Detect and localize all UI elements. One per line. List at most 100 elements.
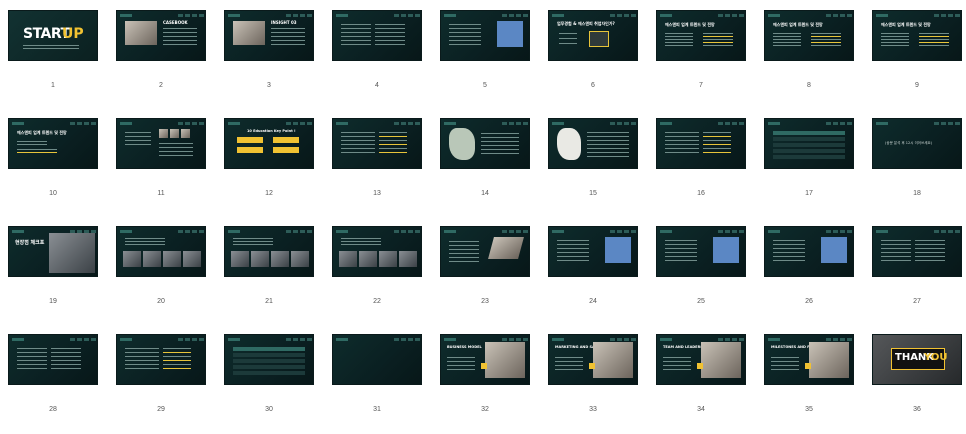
blue-placeholder xyxy=(821,237,847,263)
key-point-box xyxy=(273,147,299,153)
slide-thumbnail[interactable]: 에스앤피 업계 트렌드 및 전망 xyxy=(8,118,98,169)
slide-thumbnail[interactable] xyxy=(8,334,98,385)
slide-thumbnail[interactable]: 10 Education Key Point ! xyxy=(224,118,314,169)
decoration xyxy=(660,338,672,341)
slide-cell: THANK YOU 36 xyxy=(872,334,962,434)
slide-thumbnail[interactable]: MARKETING AND SALES STRATEGY xyxy=(548,334,638,385)
slide-thumbnail[interactable] xyxy=(764,226,854,277)
slide-thumbnail[interactable] xyxy=(872,226,962,277)
text-line xyxy=(703,45,733,46)
slide-thumbnail[interactable] xyxy=(440,10,530,61)
decoration xyxy=(660,14,672,17)
decoration xyxy=(228,230,240,233)
decoration xyxy=(768,230,780,233)
slide-thumbnail[interactable]: 현장점 체크포 xyxy=(8,226,98,277)
slide-cell: 22 xyxy=(332,226,422,326)
quote-text: (상문 분석 후 12시 이어쓰세요) xyxy=(885,141,933,145)
slide-thumbnail[interactable] xyxy=(224,226,314,277)
decoration xyxy=(394,338,420,341)
slide-cell: 13 xyxy=(332,118,422,218)
decoration xyxy=(336,338,348,341)
text-line xyxy=(663,361,691,362)
text-line xyxy=(665,148,699,149)
slide-thumbnail[interactable]: TEAM AND LEADERSHIP xyxy=(656,334,746,385)
text-line xyxy=(771,365,799,366)
table-row xyxy=(773,137,845,141)
slide-cell: 29 xyxy=(116,334,206,434)
text-line xyxy=(449,28,481,29)
slide-thumbnail[interactable] xyxy=(548,226,638,277)
slide-topbar xyxy=(552,230,636,234)
table-row xyxy=(233,347,305,351)
text-line xyxy=(449,32,481,33)
slide-thumbnail[interactable]: BUSINESS MODEL xyxy=(440,334,530,385)
slide-thumbnail[interactable] xyxy=(764,118,854,169)
photo xyxy=(49,233,95,273)
decoration xyxy=(660,122,672,125)
photo xyxy=(183,251,201,267)
text-line xyxy=(375,40,405,41)
slide-topbar xyxy=(336,230,420,234)
slide-topbar xyxy=(336,338,420,342)
decoration xyxy=(178,14,204,17)
slide-thumbnail[interactable]: START UP xyxy=(8,10,98,61)
slide-thumbnail[interactable] xyxy=(332,118,422,169)
slide-thumbnail[interactable] xyxy=(332,334,422,385)
slide-thumbnail[interactable] xyxy=(548,118,638,169)
text-line xyxy=(665,256,697,257)
slide-thumbnail[interactable] xyxy=(116,118,206,169)
text-line xyxy=(341,28,371,29)
slide-thumbnail[interactable]: MILESTONES AND FUTURE PLANS xyxy=(764,334,854,385)
slide-number: 19 xyxy=(49,298,57,305)
slide-thumbnail[interactable]: (상문 분석 후 12시 이어쓰세요) xyxy=(872,118,962,169)
photo xyxy=(359,251,377,267)
text-line xyxy=(703,152,731,153)
slide-thumbnail[interactable]: 에스앤피 업계 트렌드 및 전망 xyxy=(872,10,962,61)
slide-thumbnail[interactable]: 업무경험 & 에스앤피 취업자인가? xyxy=(548,10,638,61)
slide-thumbnail[interactable]: CASEBOOK xyxy=(116,10,206,61)
slide-cell: 에스앤피 업계 트렌드 및 전망 8 xyxy=(764,10,854,110)
slide-thumbnail[interactable] xyxy=(116,334,206,385)
slide-thumbnail[interactable]: INSIGHT 03 xyxy=(224,10,314,61)
text-line xyxy=(51,368,81,369)
text-line xyxy=(163,368,191,369)
decoration xyxy=(286,14,312,17)
slide-thumbnail[interactable] xyxy=(656,118,746,169)
text-line xyxy=(233,244,273,245)
decoration xyxy=(336,14,348,17)
slide-topbar xyxy=(120,230,204,234)
decoration xyxy=(178,122,204,125)
text-line xyxy=(375,36,405,37)
slide-cell: 업무경험 & 에스앤피 취업자인가? 6 xyxy=(548,10,638,110)
text-line xyxy=(919,36,949,37)
slide-thumbnail[interactable]: THANK YOU xyxy=(872,334,962,385)
slide-thumbnail[interactable] xyxy=(656,226,746,277)
slide-thumbnail[interactable]: 에스앤피 업계 트렌드 및 전망 xyxy=(764,10,854,61)
text-line xyxy=(163,352,191,353)
slide-thumbnail[interactable] xyxy=(440,118,530,169)
decoration xyxy=(826,122,852,125)
text-line xyxy=(379,132,407,133)
text-line xyxy=(703,33,733,34)
slide-cell: CASEBOOK 2 xyxy=(116,10,206,110)
text-line xyxy=(703,148,731,149)
text-line xyxy=(557,244,589,245)
text-line xyxy=(159,155,193,156)
text-line xyxy=(17,141,47,142)
slide-cell: (상문 분석 후 12시 이어쓰세요) 18 xyxy=(872,118,962,218)
slide-thumbnail[interactable] xyxy=(224,334,314,385)
slide-thumbnail[interactable] xyxy=(440,226,530,277)
slide-thumbnail[interactable]: 에스앤피 업계 트렌드 및 전망 xyxy=(656,10,746,61)
slide-cell: 16 xyxy=(656,118,746,218)
slide-number: 25 xyxy=(697,298,705,305)
slide-thumbnail[interactable] xyxy=(332,10,422,61)
slide-cell: 14 xyxy=(440,118,530,218)
slide-thumbnail[interactable] xyxy=(332,226,422,277)
decoration xyxy=(552,230,564,233)
table-row xyxy=(233,365,305,369)
slide-cell: 20 xyxy=(116,226,206,326)
slide-thumbnail[interactable] xyxy=(116,226,206,277)
slide-topbar xyxy=(228,122,312,126)
slide-number: 15 xyxy=(589,190,597,197)
text-line xyxy=(159,151,193,152)
